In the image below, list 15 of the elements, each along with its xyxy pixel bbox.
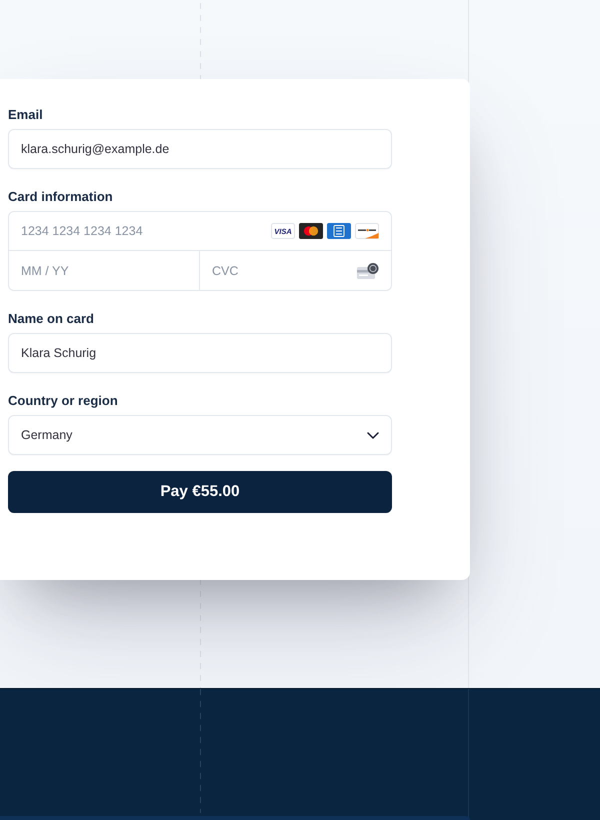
- cvc-card-icon: [357, 263, 379, 279]
- name-on-card-field[interactable]: Klara Schurig: [8, 333, 392, 373]
- expiry-field[interactable]: MM / YY: [8, 251, 200, 291]
- mastercard-logo-icon: [299, 223, 323, 239]
- pay-button[interactable]: Pay €55.00: [8, 471, 392, 513]
- email-label: Email: [8, 107, 44, 123]
- amex-logo-icon: [327, 223, 351, 239]
- cvc-field[interactable]: CVC: [200, 251, 392, 291]
- discover-logo-icon: [355, 223, 379, 239]
- card-information-label: Card information: [8, 189, 114, 205]
- email-field[interactable]: klara.schurig@example.de: [8, 129, 392, 169]
- country-select[interactable]: Germany: [8, 415, 392, 455]
- chevron-down-icon: [367, 432, 379, 438]
- name-on-card-label: Name on card: [8, 311, 95, 327]
- country-label: Country or region: [8, 393, 119, 409]
